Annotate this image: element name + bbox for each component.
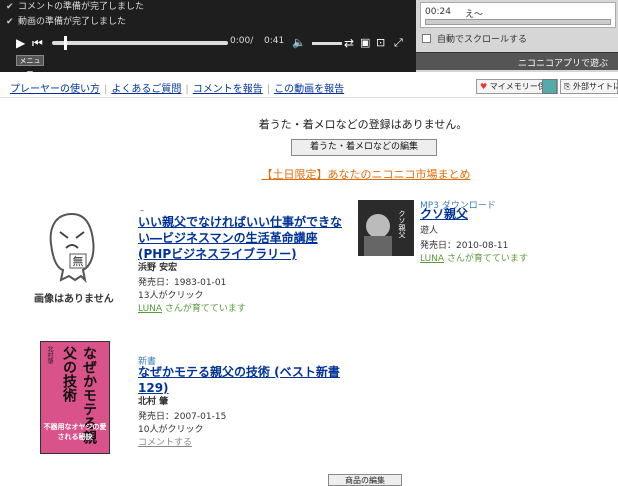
link-report-video[interactable]: この動画を報告 (274, 84, 344, 95)
chakuuta-message: 着うた・着メロなどの登録はありません。 (258, 118, 468, 131)
status-text: 動画の準備が完了しました (18, 17, 127, 27)
link-faq[interactable]: よくあるご質問 (111, 84, 181, 95)
time-total: 0:41 (264, 36, 285, 46)
item-release-date: 発売日：2007-01-15 (138, 412, 227, 422)
item-title-link[interactable]: クソ親父 (420, 206, 468, 222)
auto-scroll-label: 自動でスクロールする (437, 35, 528, 45)
player-status-pane: ✔ コメントの準備が完了しました ✔ 動画の準備が完了しました (4, 0, 408, 30)
link-player-help[interactable]: プレーヤーの使い方 (10, 84, 100, 95)
app-link[interactable]: ニコニコアプリで遊ぶ (518, 56, 608, 69)
item-release-date: 発売日：1983-01-01 (138, 278, 227, 288)
seek-bar[interactable] (52, 41, 228, 45)
mp3-cover-text: クソ親父 (398, 210, 406, 238)
status-line: ✔ 動画の準備が完了しました (4, 15, 408, 30)
comment-scrollbar[interactable] (425, 19, 611, 25)
menu-button[interactable]: メニュー (16, 55, 44, 76)
auto-scroll-checkbox[interactable]: 自動でスクロールする (422, 32, 527, 45)
time-current: 0:00/ (230, 36, 254, 46)
share-icon[interactable] (542, 79, 557, 94)
video-player: ✔ コメントの準備が完了しました ✔ 動画の準備が完了しました ▶ ⏮ 0:00… (0, 0, 618, 76)
player-controls: ▶ ⏮ 0:00/ 0:41 🔈 ⇄ ▣ ⊡ ⤢ (12, 34, 412, 52)
mp3-cover-art: クソ親父 (358, 200, 414, 256)
book-cover-tagline: 不器用なオヤジの愛される秘訣 (43, 423, 107, 441)
comment-toggle-icon[interactable]: ▣ (360, 34, 370, 52)
comment-link[interactable]: コメントする (138, 435, 192, 448)
separator: | (104, 84, 108, 95)
item-click-count: 10人がクリック (138, 425, 204, 435)
volume-slider[interactable] (312, 42, 342, 45)
volume-icon[interactable]: 🔈 (292, 34, 306, 52)
product-edit-button[interactable]: 商品の編集 (328, 474, 402, 486)
checkbox-icon[interactable] (422, 34, 431, 43)
market-headline-link[interactable]: 【土日限定】あなたのニコニコ市場まとめ (0, 166, 618, 182)
separator: | (185, 84, 189, 95)
mp3-cover-image[interactable]: クソ親父 (358, 200, 414, 256)
check-icon: ✔ (6, 2, 14, 12)
no-image-placeholder: 無 (49, 212, 95, 284)
comment-panel: 00:24 え～ 自動でスクロールする ニコニコアプリで遊ぶ (416, 0, 618, 72)
seek-handle[interactable] (64, 36, 67, 50)
item-author: 北村 肇 (138, 397, 169, 407)
nurture-user-link[interactable]: LUNA (420, 254, 444, 264)
book-cover-author: 北村肇 (46, 346, 53, 364)
item-click-count: 13人がクリック (138, 291, 204, 301)
external-label: 外部サイトに (572, 82, 618, 91)
nurture-text: さんが育てています (162, 304, 246, 314)
item-author: 浜野 安宏 (138, 263, 178, 273)
help-links: プレーヤーの使い方 | よくあるご質問 | コメントを報告 | この動画を報告 (10, 80, 344, 95)
heart-icon: ♥ (480, 82, 488, 91)
info-bar: プレーヤーの使い方 | よくあるご質問 | コメントを報告 | この動画を報告 ♥ マイメモ… (0, 72, 618, 98)
play-icon[interactable]: ▶ (16, 34, 25, 52)
chakuuta-edit-button[interactable]: 着うた・着メロなどの編集 (291, 139, 437, 156)
nurture-user-link[interactable]: LUNA (138, 304, 162, 314)
fullscreen-icon[interactable]: ⤢ (394, 34, 403, 52)
item-nurture: LUNA さんが育てています (138, 301, 246, 314)
external-site-button[interactable]: ⎘ 外部サイトに (560, 79, 618, 94)
repeat-icon[interactable]: ⇄ (344, 34, 354, 52)
link-report-comment[interactable]: コメントを報告 (193, 84, 263, 95)
app-link-bar[interactable]: ニコニコアプリで遊ぶ (416, 52, 618, 70)
item-release-date: 発売日：2010-08-11 (420, 241, 509, 251)
item-nurture: LUNA さんが育てています (420, 251, 528, 264)
comment-time: 00:24 (425, 7, 451, 17)
check-icon: ✔ (6, 17, 14, 27)
item-title-link[interactable]: なぜかモテる親父の技術 (ベスト新書 129) (138, 364, 340, 396)
status-line: ✔ コメントの準備が完了しました (4, 0, 408, 15)
item-author: 遊人 (420, 226, 439, 236)
skip-back-icon[interactable]: ⏮ (32, 34, 43, 52)
book-cover-image[interactable]: 北村肇 なぜかモテる親父の技術 不器用なオヤジの愛される秘訣 (40, 341, 110, 454)
separator: | (266, 84, 271, 95)
external-icon: ⎘ (564, 82, 571, 91)
nurture-text: さんが育てています (444, 254, 528, 264)
item-title-link[interactable]: いい親父でなければいい仕事ができない―ビジネスマンの生活革命講座 (PHPビジネ… (138, 214, 344, 262)
no-image-label: 画像はありません (34, 294, 114, 305)
status-text: コメントの準備が完了しました (18, 2, 145, 12)
no-image-face-text: 無 (73, 254, 84, 268)
screen-mode-icon[interactable]: ⊡ (376, 34, 385, 52)
comment-list: 00:24 え～ (420, 2, 616, 28)
